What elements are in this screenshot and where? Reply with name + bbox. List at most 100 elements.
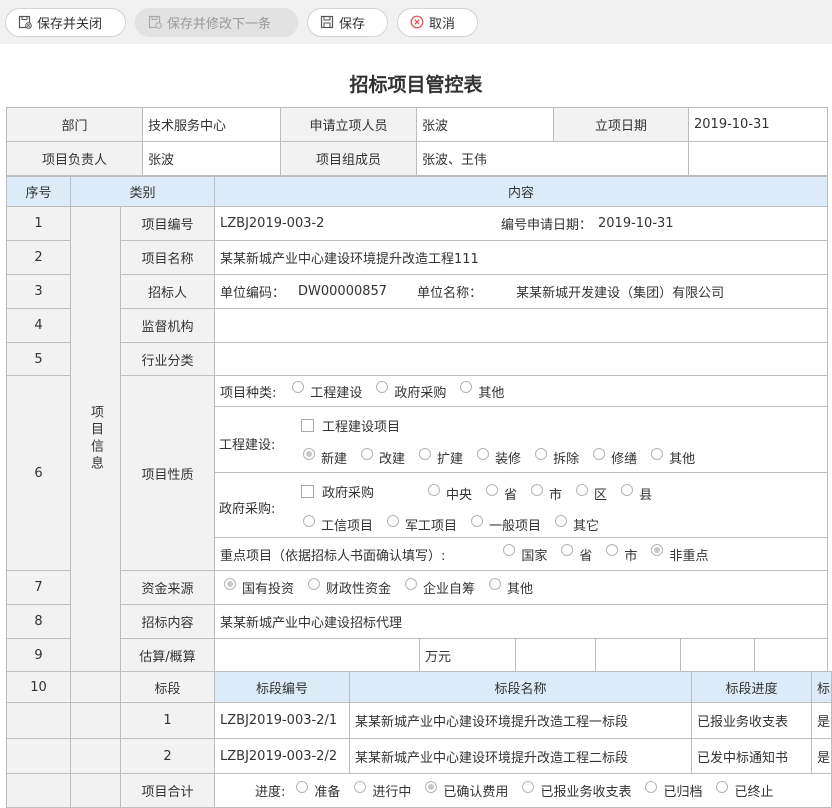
cancel-button[interactable]: 取消 <box>397 7 478 37</box>
funding-option-other[interactable]: 其他 <box>489 577 533 597</box>
radio-icon <box>651 544 664 556</box>
supervisor-label: 监督机构 <box>120 308 215 343</box>
project-date-label: 立项日期 <box>553 107 689 142</box>
project-date-field[interactable]: 2019-10-31 <box>688 107 828 142</box>
radio-icon <box>425 780 438 793</box>
progress-option-prepare[interactable]: 准备 <box>296 780 340 800</box>
engineering-options: 新建 改建 扩建 装修 拆除 修缮 其他 <box>303 447 709 467</box>
radio-icon <box>460 381 473 393</box>
project-name-field[interactable]: 某某新城产业中心建设环境提升改造工程111 <box>214 240 828 275</box>
procurement-label: 政府采购: <box>219 502 276 517</box>
eng-option-other[interactable]: 其他 <box>651 447 695 467</box>
gov-type-military[interactable]: 军工项目 <box>387 514 457 534</box>
lot-name[interactable]: 某某新城产业中心建设环境提升改造工程二标段 <box>349 738 692 774</box>
members-field[interactable]: 张波、王伟 <box>416 141 689 176</box>
eng-option-new[interactable]: 新建 <box>303 447 347 467</box>
gov-type-general[interactable]: 一般项目 <box>471 514 542 534</box>
funding-option-state[interactable]: 国有投资 <box>224 577 294 597</box>
lot-progress[interactable]: 已发中标通知书 <box>691 738 812 774</box>
eng-option-expand[interactable]: 扩建 <box>419 447 463 467</box>
option-label: 政府采购 <box>394 385 447 401</box>
eng-option-decorate[interactable]: 装修 <box>477 447 521 467</box>
gov-level-county[interactable]: 县 <box>621 483 652 503</box>
kind-option-other[interactable]: 其他 <box>460 381 504 401</box>
save-and-close-button[interactable]: 保存并关闭 <box>5 7 126 37</box>
save-close-icon <box>18 15 32 29</box>
radio-icon <box>503 544 516 556</box>
progress-option-terminated[interactable]: 已终止 <box>716 780 773 800</box>
progress-option-in-progress[interactable]: 进行中 <box>354 780 411 800</box>
row-no-7: 7 <box>6 570 71 605</box>
project-code-value[interactable]: LZBJ2019-003-2 <box>220 216 501 231</box>
lot-extra[interactable]: 是 <box>811 738 832 774</box>
applicant-label: 申请立项人员 <box>280 107 417 142</box>
gov-level-district[interactable]: 区 <box>576 483 607 503</box>
key-project-row: 重点项目（依据招标人书面确认填写）: 国家 省 市 非重点 <box>214 537 828 571</box>
eng-option-repair[interactable]: 修缮 <box>593 447 637 467</box>
estimate-unit: 万元 <box>419 638 516 672</box>
key-project-label: 重点项目（依据招标人书面确认填写）: <box>220 548 446 564</box>
gov-type-other[interactable]: 其它 <box>555 514 599 534</box>
industry-field[interactable] <box>214 342 828 376</box>
option-label: 中央 <box>446 488 473 503</box>
kind-option-engineering[interactable]: 工程建设 <box>292 381 362 401</box>
key-option-national[interactable]: 国家 <box>503 544 547 564</box>
progress-option-reported[interactable]: 已报业务收支表 <box>522 780 631 800</box>
option-label: 一般项目 <box>489 519 542 534</box>
progress-option-archived[interactable]: 已归档 <box>645 780 702 800</box>
gov-level-central[interactable]: 中央 <box>428 483 473 503</box>
key-option-non-key[interactable]: 非重点 <box>651 544 708 564</box>
gov-type-industry[interactable]: 工信项目 <box>303 514 373 534</box>
estimate-extra-3[interactable] <box>680 638 755 672</box>
engineering-project-checkbox[interactable]: 工程建设项目 <box>301 416 400 435</box>
leader-label: 项目负责人 <box>6 141 143 176</box>
leader-field[interactable]: 张波 <box>142 141 281 176</box>
key-option-province[interactable]: 省 <box>561 544 592 564</box>
dept-field[interactable]: 技术服务中心 <box>142 107 281 142</box>
lot-code[interactable]: LZBJ2019-003-2/1 <box>214 702 350 739</box>
lot-row-no-2: 2 <box>120 738 215 774</box>
gov-level-city[interactable]: 市 <box>531 483 562 503</box>
radio-icon <box>419 447 432 460</box>
unit-code-value[interactable]: DW00000857 <box>298 284 387 299</box>
lot-progress[interactable]: 已报业务收支表 <box>691 702 812 739</box>
eng-option-rebuild[interactable]: 改建 <box>361 447 405 467</box>
checkbox-icon <box>301 419 314 432</box>
progress-label: 进度: <box>255 785 286 800</box>
lot-name[interactable]: 某某新城产业中心建设环境提升改造工程一标段 <box>349 702 692 739</box>
supervisor-field[interactable] <box>214 308 828 343</box>
funding-option-fiscal[interactable]: 财政性资金 <box>308 577 391 597</box>
unit-name-value[interactable]: 某某新城开发建设（集团）有限公司 <box>516 282 724 301</box>
save-and-edit-next-button[interactable]: 保存并修改下一条 <box>135 7 298 37</box>
gov-level-province[interactable]: 省 <box>486 483 517 503</box>
save-button[interactable]: 保存 <box>307 7 388 37</box>
lot-col-name: 标段名称 <box>349 671 692 703</box>
radio-icon <box>303 514 315 527</box>
funding-label: 资金来源 <box>120 570 215 605</box>
col-no: 序号 <box>6 176 71 207</box>
lot-extra[interactable]: 是 <box>811 702 832 739</box>
radio-icon <box>361 447 374 460</box>
estimate-extra-2[interactable] <box>595 638 681 672</box>
key-option-city[interactable]: 市 <box>606 544 637 564</box>
tender-content-field[interactable]: 某某新城产业中心建设招标代理 <box>214 604 828 639</box>
funding-option-self[interactable]: 企业自筹 <box>405 577 475 597</box>
save-label: 保存 <box>339 16 366 32</box>
procurement-checkbox[interactable]: 政府采购 <box>301 482 374 501</box>
estimate-extra-1[interactable] <box>515 638 596 672</box>
lot-code[interactable]: LZBJ2019-003-2/2 <box>214 738 350 774</box>
radio-icon <box>376 381 389 393</box>
radio-icon <box>716 780 729 793</box>
estimate-field[interactable] <box>214 638 420 672</box>
save-and-edit-next-label: 保存并修改下一条 <box>167 16 272 32</box>
row-no-5: 5 <box>6 342 71 376</box>
applicant-field[interactable]: 张波 <box>416 107 554 142</box>
code-date-value[interactable]: 2019-10-31 <box>598 216 674 231</box>
lot-col-extra: 标 <box>811 671 832 703</box>
eng-option-demolish[interactable]: 拆除 <box>535 447 579 467</box>
col-category: 类别 <box>70 176 215 207</box>
kind-option-procurement[interactable]: 政府采购 <box>376 381 447 401</box>
progress-option-confirmed-fee[interactable]: 已确认费用 <box>425 780 508 800</box>
estimate-extra-4[interactable] <box>754 638 828 672</box>
radio-icon <box>471 514 484 527</box>
